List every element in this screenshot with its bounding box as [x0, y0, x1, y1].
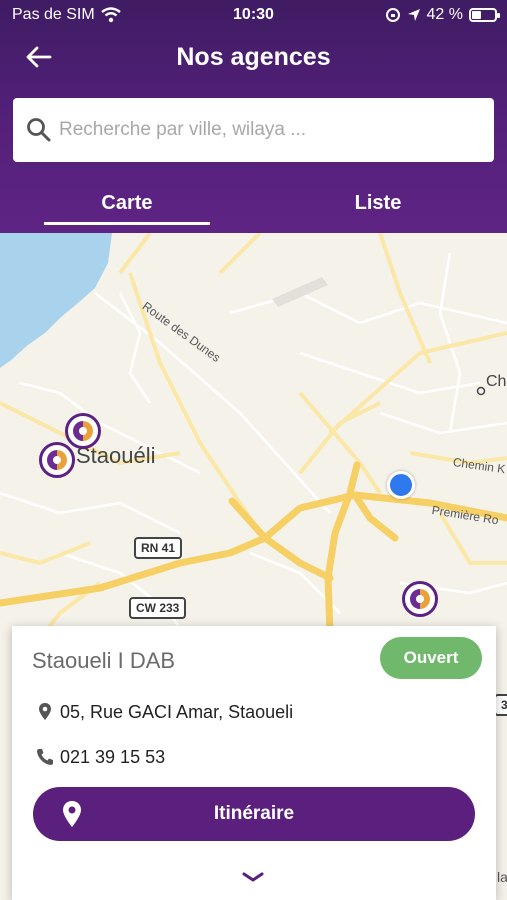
- road-badge-cw233: CW 233: [129, 597, 187, 619]
- battery-fill: [472, 11, 481, 19]
- road-badge-rn41: RN 41: [134, 537, 183, 559]
- agency-address: 05, Rue GACI Amar, Staoueli: [60, 701, 294, 722]
- tab-liste[interactable]: Liste: [295, 192, 461, 215]
- agency-card: Staoueli I DAB Ouvert 05, Rue GACI Amar,…: [12, 626, 496, 900]
- page-title: Nos agences: [176, 43, 331, 71]
- battery-icon: [469, 8, 500, 22]
- search-icon: [27, 118, 51, 142]
- battery-percent: 42 %: [426, 6, 463, 23]
- location-arrow-icon: [407, 9, 420, 21]
- user-location-dot: [387, 471, 415, 499]
- active-tab-indicator: [44, 222, 210, 225]
- chevron-down-icon[interactable]: [241, 870, 265, 884]
- tab-carte[interactable]: Carte: [44, 192, 210, 215]
- search-bar[interactable]: [13, 98, 494, 162]
- map-label-edge: la: [497, 869, 507, 885]
- itinerary-label: Itinéraire: [213, 803, 295, 824]
- status-right: 42 %: [385, 6, 500, 24]
- status-badge: Ouvert: [380, 637, 482, 679]
- location-pin-icon: [39, 703, 51, 720]
- agency-marker[interactable]: [65, 413, 101, 449]
- itinerary-button[interactable]: Itinéraire: [33, 787, 475, 841]
- agency-phone[interactable]: 021 39 15 53: [60, 747, 165, 768]
- phone-icon: [37, 749, 53, 765]
- header: Pas de SIM 10:30 42 % Nos agences Recher…: [0, 0, 507, 233]
- search-input[interactable]: [59, 119, 479, 141]
- address-row: 05, Rue GACI Amar, Staoueli: [34, 701, 293, 723]
- agency-name: Staoueli I DAB: [32, 648, 176, 673]
- rotation-lock-icon: [385, 8, 400, 22]
- status-bar: Pas de SIM 10:30 42 %: [0, 0, 507, 30]
- agency-marker[interactable]: [402, 581, 438, 617]
- agency-logo-icon: [73, 421, 93, 441]
- agency-marker[interactable]: [39, 442, 75, 478]
- phone-row[interactable]: 021 39 15 53: [34, 746, 165, 768]
- agency-logo-icon: [47, 450, 67, 470]
- map-label-ch: Ch: [486, 373, 507, 390]
- agency-logo-icon: [410, 589, 430, 609]
